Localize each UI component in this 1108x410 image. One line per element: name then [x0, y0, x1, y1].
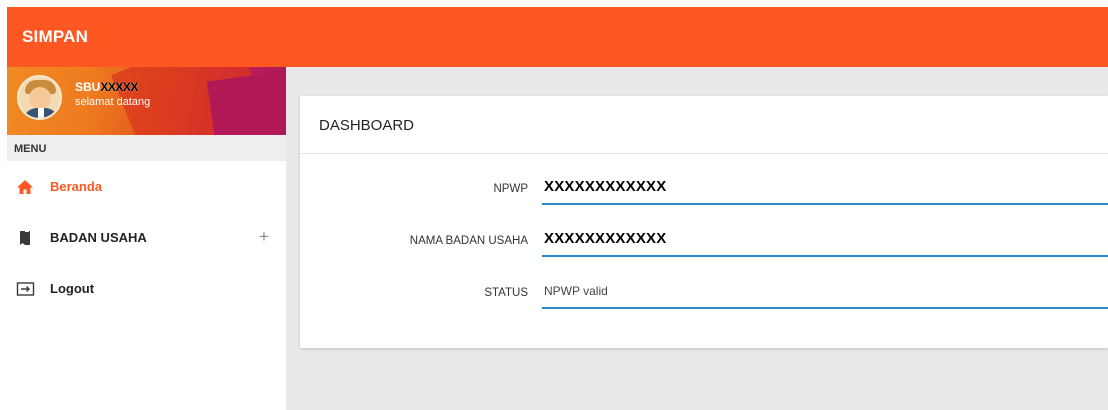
status-field[interactable]: NPWP valid	[542, 279, 1108, 309]
sidebar-item-label: BADAN USAHA	[50, 230, 147, 245]
menu-header: MENU	[7, 135, 286, 161]
home-icon	[16, 178, 34, 196]
sidebar-item-label: Logout	[50, 281, 95, 296]
sidebar-item-badan-usaha[interactable]: BADAN USAHA +	[7, 212, 286, 263]
npwp-row: NPWP XXXXXXXXXXXX	[300, 175, 1108, 205]
sidebar-item-logout[interactable]: Logout	[7, 263, 286, 314]
expand-icon[interactable]: +	[259, 227, 269, 247]
user-name: SBUXXXXX	[75, 80, 138, 94]
nama-badan-usaha-field[interactable]: XXXXXXXXXXXX	[542, 227, 1108, 257]
npwp-label: NPWP	[493, 183, 529, 195]
top-app-bar: SIMPAN	[7, 7, 1108, 67]
sidebar-item-label: Beranda	[50, 179, 103, 194]
status-label: STATUS	[484, 287, 528, 299]
sidebar: SBUXXXXX selamat datang MENU Beranda BAD…	[7, 67, 286, 410]
user-greeting: selamat datang	[75, 96, 151, 108]
nama-badan-usaha-label: NAMA BADAN USAHA	[409, 235, 528, 247]
status-row: STATUS NPWP valid	[300, 279, 1108, 309]
book-icon	[16, 229, 34, 247]
npwp-field[interactable]: XXXXXXXXXXXX	[542, 175, 1108, 205]
app-title[interactable]: SIMPAN	[22, 27, 88, 47]
user-profile-banner: SBUXXXXX selamat datang	[7, 67, 286, 135]
sidebar-item-beranda[interactable]: Beranda	[7, 161, 286, 212]
nama-badan-usaha-row: NAMA BADAN USAHA XXXXXXXXXXXX	[300, 227, 1108, 257]
logout-icon	[16, 280, 35, 298]
page-title: DASHBOARD	[300, 96, 1108, 154]
main-content: DASHBOARD NPWP XXXXXXXXXXXX NAMA BADAN U…	[286, 67, 1108, 410]
avatar[interactable]	[17, 75, 62, 120]
dashboard-card: DASHBOARD NPWP XXXXXXXXXXXX NAMA BADAN U…	[300, 96, 1108, 348]
